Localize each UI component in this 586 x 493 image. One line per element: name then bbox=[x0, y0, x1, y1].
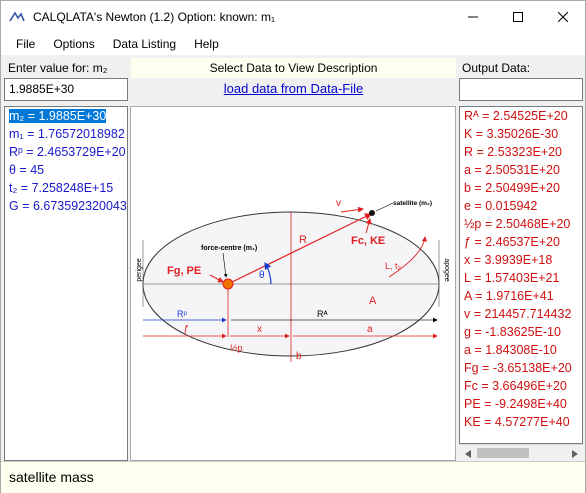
force-centre-label: force-centre (m₁) bbox=[201, 245, 257, 252]
theta-label: θ bbox=[259, 270, 265, 281]
menu-file[interactable]: File bbox=[7, 34, 44, 54]
radius-label: R bbox=[299, 234, 307, 246]
output-item[interactable]: ½p = 2.50468E+20 bbox=[460, 215, 582, 233]
output-item[interactable]: a = 1.84308E-10 bbox=[460, 341, 582, 359]
output-item[interactable]: v = 214457.714432 bbox=[460, 305, 582, 323]
perigee-label: perigee bbox=[136, 258, 143, 281]
window-title: CALQLATA's Newton (1.2) Option: known: m… bbox=[33, 9, 275, 24]
app-logo-icon bbox=[9, 9, 25, 25]
output-item[interactable]: PE = -9.2498E+40 bbox=[460, 395, 582, 413]
orbit-diagram-panel: perigee apogee R force-centre (m₁) Fg, P… bbox=[130, 106, 456, 461]
area-label: A bbox=[369, 295, 377, 307]
output-item[interactable]: Rᴬ = 2.54525E+20 bbox=[460, 107, 582, 125]
input-label: Enter value for: m₂ bbox=[8, 61, 108, 75]
known-item-m1[interactable]: m₁ = 1.76572018982 bbox=[5, 125, 127, 143]
output-item[interactable]: b = 2.50499E+20 bbox=[460, 179, 582, 197]
menu-data-listing[interactable]: Data Listing bbox=[104, 34, 185, 54]
minimize-button[interactable] bbox=[450, 1, 495, 32]
known-item-theta[interactable]: θ = 45 bbox=[5, 161, 127, 179]
close-button[interactable] bbox=[540, 1, 585, 32]
menu-bar: File Options Data Listing Help bbox=[1, 32, 585, 55]
output-item[interactable]: K = 3.35026E-30 bbox=[460, 125, 582, 143]
fg-pe-label: Fg, PE bbox=[167, 265, 201, 277]
b-label: b bbox=[296, 351, 302, 362]
output-horizontal-scrollbar[interactable] bbox=[459, 444, 583, 461]
app-window: CALQLATA's Newton (1.2) Option: known: m… bbox=[0, 0, 586, 493]
known-item-g[interactable]: G = 6.673592320043 bbox=[5, 197, 127, 215]
output-item[interactable]: Fc = 3.66496E+20 bbox=[460, 377, 582, 395]
satellite-dot bbox=[369, 210, 375, 216]
known-item-m2[interactable]: m₂ = 1.9885E+30 bbox=[5, 107, 127, 125]
menu-help[interactable]: Help bbox=[185, 34, 228, 54]
velocity-label: v bbox=[336, 198, 341, 209]
angular-momentum-label: L, t₂ bbox=[385, 261, 402, 271]
output-value-field bbox=[459, 78, 583, 101]
output-item[interactable]: x = 3.9939E+18 bbox=[460, 251, 582, 269]
ra-label: Rᴬ bbox=[317, 309, 328, 319]
output-item[interactable]: A = 1.9716E+41 bbox=[460, 287, 582, 305]
f-label: ƒ bbox=[183, 324, 189, 335]
output-item[interactable]: R = 2.53323E+20 bbox=[460, 143, 582, 161]
title-bar[interactable]: CALQLATA's Newton (1.2) Option: known: m… bbox=[1, 1, 585, 32]
status-bar: satellite mass bbox=[1, 461, 585, 493]
scroll-left-arrow-icon[interactable] bbox=[459, 445, 476, 462]
x-label: x bbox=[257, 324, 262, 335]
output-item[interactable]: e = 0.015942 bbox=[460, 197, 582, 215]
maximize-button[interactable] bbox=[495, 1, 540, 32]
output-item[interactable]: Fg = -3.65138E+20 bbox=[460, 359, 582, 377]
satellite-label: satellite (m₂) bbox=[393, 200, 432, 207]
known-values-list[interactable]: m₂ = 1.9885E+30 m₁ = 1.76572018982 Rᵖ = … bbox=[4, 106, 128, 461]
a-label: a bbox=[367, 324, 373, 335]
load-data-link[interactable]: load data from Data-File bbox=[131, 81, 456, 96]
output-item[interactable]: a = 2.50531E+20 bbox=[460, 161, 582, 179]
output-values-list[interactable]: Rᴬ = 2.54525E+20 K = 3.35026E-30 R = 2.5… bbox=[459, 106, 583, 444]
scrollbar-thumb[interactable] bbox=[477, 448, 529, 458]
output-label: Output Data: bbox=[462, 61, 531, 75]
output-item[interactable]: L = 1.57403E+21 bbox=[460, 269, 582, 287]
rp-label: Rᵖ bbox=[177, 309, 187, 319]
known-item-rp[interactable]: Rᵖ = 2.4653729E+20 bbox=[5, 143, 127, 161]
apogee-label: apogee bbox=[443, 258, 450, 281]
output-item[interactable]: g = -1.83625E-10 bbox=[460, 323, 582, 341]
output-item[interactable]: ƒ = 2.46537E+20 bbox=[460, 233, 582, 251]
description-header: Select Data to View Description bbox=[131, 58, 456, 78]
scroll-right-arrow-icon[interactable] bbox=[566, 445, 583, 462]
known-item-t2[interactable]: t₂ = 7.258248E+15 bbox=[5, 179, 127, 197]
menu-options[interactable]: Options bbox=[44, 34, 103, 54]
fc-ke-label: Fc, KE bbox=[351, 235, 385, 247]
force-centre-dot bbox=[222, 278, 234, 290]
orbit-diagram: perigee apogee R force-centre (m₁) Fg, P… bbox=[136, 198, 450, 362]
output-item[interactable]: KE = 4.57277E+40 bbox=[460, 413, 582, 431]
half-p-label: ½p bbox=[230, 343, 243, 353]
value-input[interactable]: 1.9885E+30 bbox=[4, 78, 128, 101]
